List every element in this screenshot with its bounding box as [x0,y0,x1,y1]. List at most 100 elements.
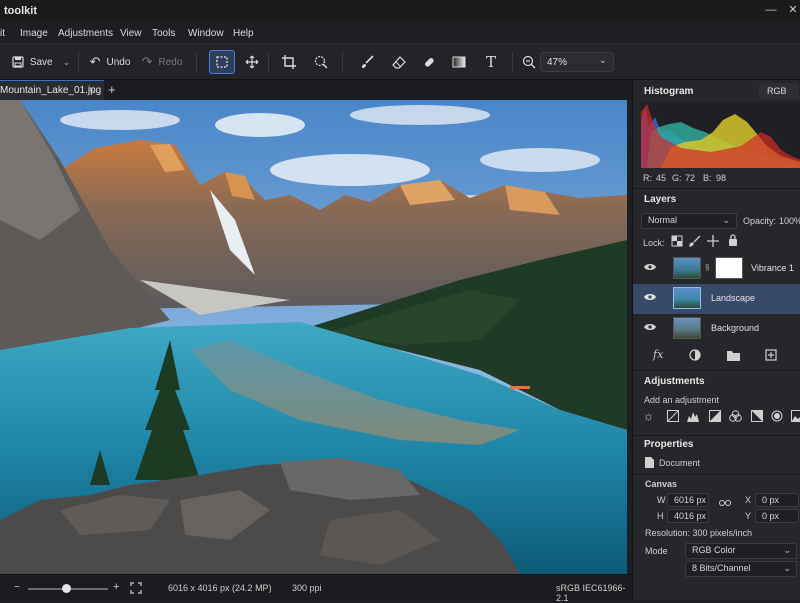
histogram-channel: RGB [767,86,787,96]
bit-depth-dropdown[interactable]: 8 Bits/Channel ⌄ [685,561,797,577]
menu-edit[interactable]: it [0,28,5,39]
folder-icon[interactable] [727,350,740,361]
y-field[interactable]: 0 px [755,509,799,523]
mode-label: Mode [645,546,668,556]
gradient-tool-button[interactable] [446,50,472,74]
redo-button[interactable]: ↷ Redo [140,50,184,74]
status-bar: − + 6016 x 4016 px (24.2 MP) 300 ppi sRG… [0,574,632,600]
marquee-icon [215,55,229,69]
healing-tool-button[interactable] [416,50,442,74]
histogram-r-label: R: [643,173,652,183]
app-title: toolkit [4,5,37,17]
eye-icon[interactable] [644,293,656,301]
panel-divider [633,188,800,189]
menu-window[interactable]: Window [188,28,224,39]
save-dropdown-icon[interactable]: ⌄ [63,57,71,68]
layer-thumbnail [673,287,701,309]
add-tab-icon[interactable]: + [108,82,116,97]
lock-position-icon[interactable] [707,235,719,247]
x-field[interactable]: 0 px [755,493,799,507]
menu-image[interactable]: Image [20,28,48,39]
layer-row-selected[interactable]: Landscape [633,284,800,314]
properties-document-label: Document [659,458,700,468]
adjustment-layer-icon[interactable] [689,349,701,361]
document-tab[interactable]: Mountain_Lake_01.jpg × [0,80,104,100]
lock-label: Lock: [643,238,665,248]
toolbar-divider [196,52,197,72]
x-label: X [745,495,751,505]
undo-button[interactable]: ↶ Undo [88,50,132,74]
link-dimensions-icon[interactable] [719,499,731,507]
height-field[interactable]: 4016 px [667,509,709,523]
brush-tool-button[interactable] [354,50,380,74]
photo-filter-icon[interactable] [791,410,800,422]
image-canvas[interactable] [0,100,627,574]
save-label: Save [30,57,53,68]
crop-tool-button[interactable] [276,50,302,74]
lock-transparency-icon[interactable] [671,235,683,247]
layer-row[interactable]: § Vibrance 1 [633,254,800,284]
layer-name: Background [711,323,759,333]
layer-row[interactable]: Background [633,314,800,344]
histogram-b-label: B: [703,173,712,183]
zoom-out-small-icon[interactable]: − [14,582,20,593]
resolution-text: Resolution: 300 pixels/inch [645,528,752,538]
blend-mode-value: Normal [648,215,677,225]
brightness-icon[interactable]: ☼ [643,409,654,423]
adjustments-hint: Add an adjustment [644,395,719,405]
toolbar-divider [268,52,269,72]
menu-view[interactable]: View [120,28,142,39]
eye-icon[interactable] [644,263,656,271]
zoom-out-icon [522,55,536,69]
zoom-in-small-icon[interactable]: + [113,581,119,593]
chevron-down-icon: ⌄ [783,545,791,556]
eye-icon[interactable] [644,323,656,331]
menu-help[interactable]: Help [233,28,254,39]
exposure-icon[interactable] [709,410,721,422]
move-tool-button[interactable] [239,50,265,74]
layer-name: Landscape [711,293,755,303]
histogram-channel-dropdown[interactable]: RGB [759,83,799,99]
zoom-dropdown[interactable]: 47% ⌄ [540,52,614,72]
vibrance-icon[interactable] [771,410,783,422]
levels-icon[interactable] [687,410,699,422]
black-white-icon[interactable] [751,410,763,422]
layer-name: Vibrance 1 [751,263,794,273]
width-field[interactable]: 6016 px [667,493,709,507]
marquee-tool-button[interactable] [209,50,235,74]
width-label: W [657,495,666,505]
adjustments-title: Adjustments [644,376,705,387]
color-balance-icon[interactable] [729,410,742,422]
color-profile: sRGB IEC61966-2.1 [556,583,632,603]
lock-all-icon[interactable] [727,234,739,246]
close-window-icon[interactable]: ✕ [786,3,800,17]
landscape-image [0,100,627,574]
menu-adjustments[interactable]: Adjustments [58,28,113,39]
zoom-slider-handle[interactable] [62,584,71,593]
close-tab-icon[interactable]: × [88,84,94,96]
chevron-down-icon: ⌄ [599,55,607,66]
zoom-out-button[interactable] [518,50,540,74]
text-tool-button[interactable]: T [478,50,504,74]
blend-mode-dropdown[interactable]: Normal ⌄ [641,213,737,229]
eraser-tool-button[interactable] [386,50,412,74]
document-tab-bar: Mountain_Lake_01.jpg × + [0,80,632,100]
x-value: 0 px [762,495,779,505]
quick-select-tool-button[interactable] [308,50,334,74]
chevron-down-icon: ⌄ [722,215,730,226]
document-tab-label: Mountain_Lake_01.jpg [0,85,101,96]
opacity-value[interactable]: 100% [779,216,800,226]
curves-icon[interactable] [667,410,679,422]
minimize-icon[interactable]: — [764,3,778,17]
bandage-icon [422,55,436,69]
lock-pixels-icon[interactable] [689,235,701,247]
fit-screen-icon[interactable] [130,582,142,594]
save-button[interactable]: Save ⌄ [10,50,72,74]
document-icon [645,457,654,468]
color-mode-dropdown[interactable]: RGB Color ⌄ [685,543,797,559]
eraser-icon [392,55,406,69]
redo-label: Redo [159,57,183,68]
new-layer-icon[interactable] [765,349,777,361]
fx-icon[interactable]: fx [653,348,663,361]
menu-tools[interactable]: Tools [152,28,175,39]
